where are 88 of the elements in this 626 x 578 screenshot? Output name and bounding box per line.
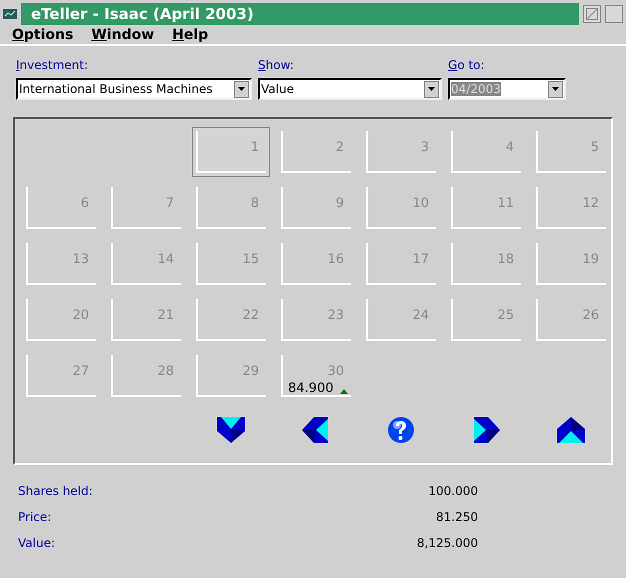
app-icon xyxy=(3,8,17,20)
day-cell[interactable]: 17 xyxy=(362,239,440,289)
day-number: 13 xyxy=(72,251,89,269)
day-number: 28 xyxy=(157,363,174,381)
day-number: 22 xyxy=(242,307,259,325)
day-cell[interactable]: 12 xyxy=(532,183,610,233)
day-cell[interactable]: 7 xyxy=(107,183,185,233)
help-icon[interactable] xyxy=(385,415,417,445)
day-number: 18 xyxy=(497,251,514,269)
day-cell[interactable]: 6 xyxy=(22,183,100,233)
day-number: 17 xyxy=(412,251,429,269)
day-number: 4 xyxy=(506,139,514,157)
day-number: 15 xyxy=(242,251,259,269)
day-number: 2 xyxy=(336,139,344,157)
day-cell[interactable]: 8 xyxy=(192,183,270,233)
day-cell[interactable]: 28 xyxy=(107,351,185,401)
day-number: 7 xyxy=(166,195,174,213)
day-number: 25 xyxy=(497,307,514,325)
field-label: Show: xyxy=(258,57,295,74)
day-cell[interactable]: 29 xyxy=(192,351,270,401)
caret-icon[interactable] xyxy=(424,80,439,98)
day-number: 9 xyxy=(336,195,344,213)
day-number: 8 xyxy=(250,195,259,213)
day-cell[interactable]: 11 xyxy=(447,183,525,233)
summary-value: 81.250 xyxy=(436,509,478,526)
dropdown[interactable]: Value xyxy=(258,78,442,100)
day-cell[interactable]: 16 xyxy=(277,239,355,289)
day-number: 29 xyxy=(242,363,259,381)
chevron-up-icon[interactable] xyxy=(555,415,587,445)
title-bar: eTeller - Isaac (April 2003) xyxy=(21,3,579,25)
day-cell[interactable]: 10 xyxy=(362,183,440,233)
day-number: 10 xyxy=(412,195,429,213)
dropdown-value: International Business Machines xyxy=(18,81,214,98)
day-cell[interactable]: 3 xyxy=(362,127,440,177)
dropdown[interactable]: International Business Machines xyxy=(16,78,252,100)
day-cell[interactable]: 30 84.900 xyxy=(277,351,355,401)
day-number: 6 xyxy=(80,195,89,213)
caret-icon[interactable] xyxy=(548,80,563,98)
maximize-icon xyxy=(586,8,598,20)
menu-item[interactable]: Options xyxy=(12,24,74,46)
day-cell[interactable]: 18 xyxy=(447,239,525,289)
day-cell[interactable]: 9 xyxy=(277,183,355,233)
dropdown-value: 04/2003 xyxy=(450,81,502,98)
day-number: 14 xyxy=(157,251,174,269)
day-number: 19 xyxy=(582,251,599,269)
day-number: 20 xyxy=(72,307,89,325)
day-number: 5 xyxy=(590,139,599,157)
day-cell[interactable]: 4 xyxy=(447,127,525,177)
summary-label: Value: xyxy=(18,535,55,552)
day-number: 11 xyxy=(497,195,514,213)
menu-item[interactable]: Help xyxy=(172,24,208,46)
day-number: 27 xyxy=(72,363,89,381)
day-number: 30 xyxy=(327,363,344,381)
day-cell[interactable]: 25 xyxy=(447,295,525,345)
field-label: Go to: xyxy=(448,57,486,74)
day-cell[interactable]: 21 xyxy=(107,295,185,345)
caret-icon[interactable] xyxy=(234,80,249,98)
day-cell[interactable]: 22 xyxy=(192,295,270,345)
day-cell[interactable]: 13 xyxy=(22,239,100,289)
summary-label: Shares held: xyxy=(18,483,93,500)
day-number: 16 xyxy=(327,251,344,269)
day-cell[interactable]: 20 xyxy=(22,295,100,345)
day-number: 21 xyxy=(157,307,174,325)
day-cell[interactable]: 24 xyxy=(362,295,440,345)
day-cell[interactable]: 15 xyxy=(192,239,270,289)
dropdown[interactable]: 04/2003 xyxy=(448,78,566,100)
chevron-down-icon[interactable] xyxy=(215,415,247,445)
day-cell[interactable]: 27 xyxy=(22,351,100,401)
day-value: 84.900 xyxy=(288,380,334,398)
day-cell[interactable]: 14 xyxy=(107,239,185,289)
field-label: Investment: xyxy=(16,57,90,74)
day-number: 26 xyxy=(582,307,599,325)
day-cell[interactable]: 5 xyxy=(532,127,610,177)
day-cell[interactable]: 1 xyxy=(192,127,270,177)
day-number: 23 xyxy=(327,307,344,325)
day-number: 24 xyxy=(412,307,429,325)
day-cell[interactable]: 2 xyxy=(277,127,355,177)
summary-value: 100.000 xyxy=(428,483,478,500)
summary-value: 8,125.000 xyxy=(416,535,478,552)
day-cell[interactable]: 26 xyxy=(532,295,610,345)
dropdown-value: Value xyxy=(260,81,295,98)
day-number: 1 xyxy=(250,139,259,157)
menu-item[interactable]: Window xyxy=(91,24,154,46)
day-cell[interactable]: 23 xyxy=(277,295,355,345)
summary-label: Price: xyxy=(18,509,52,526)
day-cell[interactable]: 19 xyxy=(532,239,610,289)
day-number: 12 xyxy=(582,195,599,213)
day-number: 3 xyxy=(420,139,429,157)
